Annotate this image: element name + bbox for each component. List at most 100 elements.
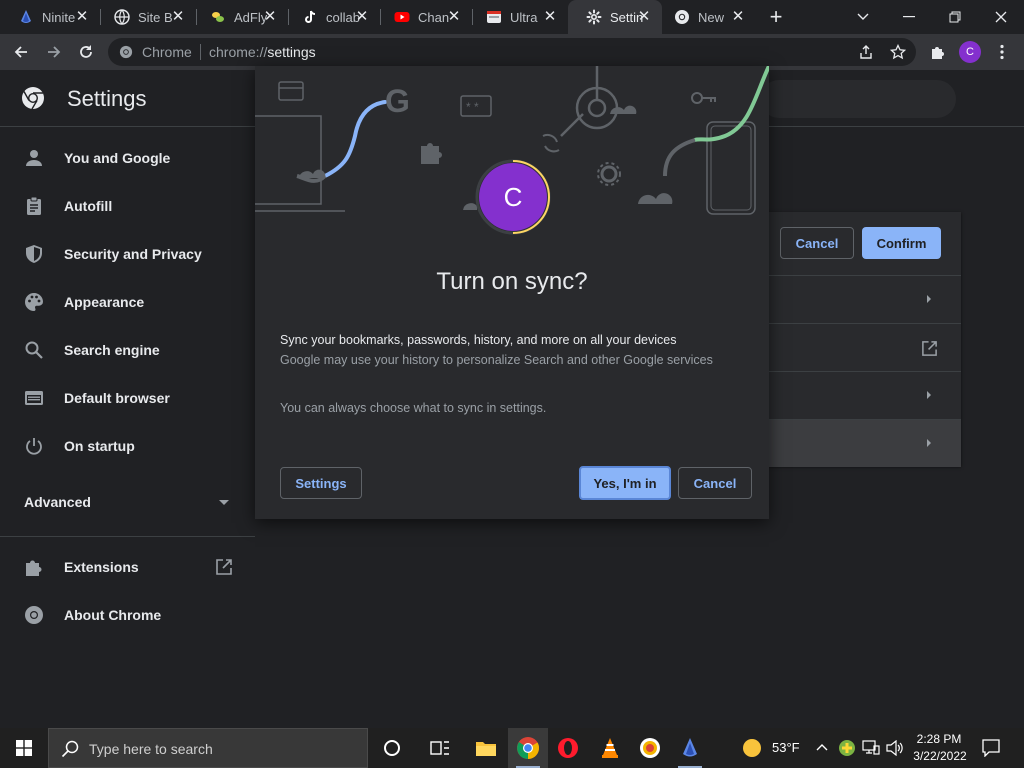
sidebar-item-default-browser[interactable]: Default browser <box>0 374 255 422</box>
notification-icon[interactable] <box>982 739 1000 757</box>
tab-settings[interactable]: Settin ✕ <box>568 0 662 34</box>
folder-icon <box>476 742 496 756</box>
reload-icon <box>80 45 92 58</box>
sidebar-item-on-startup[interactable]: On startup <box>0 422 255 470</box>
close-icon[interactable]: ✕ <box>170 9 186 25</box>
dialog-cancel-button[interactable]: Cancel <box>678 467 752 499</box>
restore-button[interactable] <box>932 0 978 34</box>
card-row[interactable] <box>768 323 961 371</box>
search-icon <box>25 341 43 359</box>
address-bar[interactable]: Chrome chrome://settings <box>108 38 916 66</box>
close-window-button[interactable] <box>978 0 1024 34</box>
profile-avatar[interactable]: C <box>959 41 981 63</box>
sync-avatar: C <box>479 163 547 231</box>
cortana-button[interactable] <box>372 728 412 768</box>
sidebar-item-label: Advanced <box>24 494 91 510</box>
taskbar-chrome[interactable] <box>508 728 548 768</box>
windows-logo-icon <box>16 740 32 756</box>
adfly-icon <box>212 12 224 22</box>
menu-button[interactable] <box>992 42 1012 62</box>
volume-icon[interactable] <box>886 740 904 756</box>
clipboard-icon <box>27 196 41 215</box>
sync-settings-button[interactable]: Settings <box>280 467 362 499</box>
task-view-button[interactable] <box>420 728 460 768</box>
reload-button[interactable] <box>76 42 96 62</box>
gear-icon <box>586 9 602 25</box>
clock-time[interactable]: 2:28 PM <box>914 732 964 746</box>
yes-im-in-button[interactable]: Yes, I'm in <box>579 466 671 500</box>
sidebar-item-label: Search engine <box>64 342 160 358</box>
sidebar-item-extensions[interactable]: Extensions <box>0 543 255 591</box>
new-tab-button[interactable]: + <box>766 6 786 28</box>
card-row[interactable] <box>768 371 961 419</box>
dialog-description: Sync your bookmarks, passwords, history,… <box>280 333 677 347</box>
chrome-icon <box>517 737 539 759</box>
chrome-icon <box>119 45 133 59</box>
taskbar-file-explorer[interactable] <box>466 728 506 768</box>
taskbar-vlc[interactable] <box>590 728 630 768</box>
back-button[interactable] <box>11 42 31 62</box>
puzzle-icon <box>26 560 42 576</box>
tab-youtube[interactable]: Chan ✕ <box>376 0 472 34</box>
tab-ninite[interactable]: Ninite ✕ <box>0 0 100 34</box>
tab-collab[interactable]: collab ✕ <box>284 0 380 34</box>
chevron-down-icon <box>857 13 869 20</box>
clock-date[interactable]: 3/22/2022 <box>910 749 970 763</box>
card-row[interactable] <box>768 419 961 467</box>
network-icon[interactable] <box>862 740 880 756</box>
tab-search-button[interactable] <box>840 0 886 34</box>
opera-icon <box>558 738 578 758</box>
sidebar-item-security[interactable]: Security and Privacy <box>0 230 255 278</box>
sidebar-item-autofill[interactable]: Autofill <box>0 182 255 230</box>
taskbar-search[interactable]: Type here to search <box>48 728 368 768</box>
tab-ultra[interactable]: Ultra ✕ <box>468 0 568 34</box>
sidebar-item-you-and-google[interactable]: You and Google <box>0 134 255 182</box>
sidebar-item-appearance[interactable]: Appearance <box>0 278 255 326</box>
tiktok-icon <box>305 10 316 23</box>
close-icon[interactable]: ✕ <box>730 9 746 25</box>
tab-new-tab[interactable]: New ✕ <box>656 0 756 34</box>
power-icon <box>26 438 42 455</box>
weather-sun-icon[interactable] <box>742 738 762 758</box>
sidebar-item-search-engine[interactable]: Search engine <box>0 326 255 374</box>
settings-search[interactable] <box>760 80 956 118</box>
tray-app-icon[interactable] <box>838 739 856 757</box>
card-row[interactable] <box>768 275 961 323</box>
close-icon <box>995 11 1007 23</box>
person-icon <box>26 150 42 166</box>
close-icon[interactable]: ✕ <box>74 9 90 25</box>
close-icon[interactable]: ✕ <box>446 9 462 25</box>
close-icon[interactable]: ✕ <box>262 9 278 25</box>
minimize-button[interactable] <box>886 0 932 34</box>
share-icon[interactable] <box>858 44 874 60</box>
chevron-up-icon[interactable] <box>816 743 828 751</box>
ninite-icon <box>21 10 31 23</box>
forward-button[interactable] <box>44 42 64 62</box>
star-icon[interactable] <box>890 44 906 60</box>
cancel-button[interactable]: Cancel <box>780 227 854 259</box>
close-icon[interactable]: ✕ <box>542 9 558 25</box>
ultra-icon <box>487 11 501 23</box>
taskbar-opera[interactable] <box>548 728 588 768</box>
brave-icon <box>640 738 660 758</box>
close-icon[interactable]: ✕ <box>636 9 652 25</box>
close-icon[interactable]: ✕ <box>354 9 370 25</box>
sidebar-item-about-chrome[interactable]: About Chrome <box>0 591 255 639</box>
sidebar-item-label: Appearance <box>64 294 145 310</box>
taskbar-brave[interactable] <box>630 728 670 768</box>
tab-adfly[interactable]: AdFly ✕ <box>192 0 288 34</box>
sidebar-advanced-toggle[interactable]: Advanced <box>0 478 255 526</box>
confirm-button[interactable]: Confirm <box>862 227 941 259</box>
sidebar-item-label: Extensions <box>64 559 139 575</box>
start-button[interactable] <box>4 728 44 768</box>
chrome-icon <box>675 10 689 24</box>
sidebar-item-label: On startup <box>64 438 135 454</box>
minimize-icon <box>903 16 915 18</box>
extensions-button[interactable] <box>928 42 948 62</box>
more-vert-icon <box>1000 44 1004 60</box>
taskbar-ninite[interactable] <box>670 728 710 768</box>
tab-title: New <box>698 9 725 25</box>
tab-site-b[interactable]: Site B ✕ <box>96 0 196 34</box>
weather-temperature[interactable]: 53°F <box>772 740 800 755</box>
palette-icon <box>25 293 43 311</box>
